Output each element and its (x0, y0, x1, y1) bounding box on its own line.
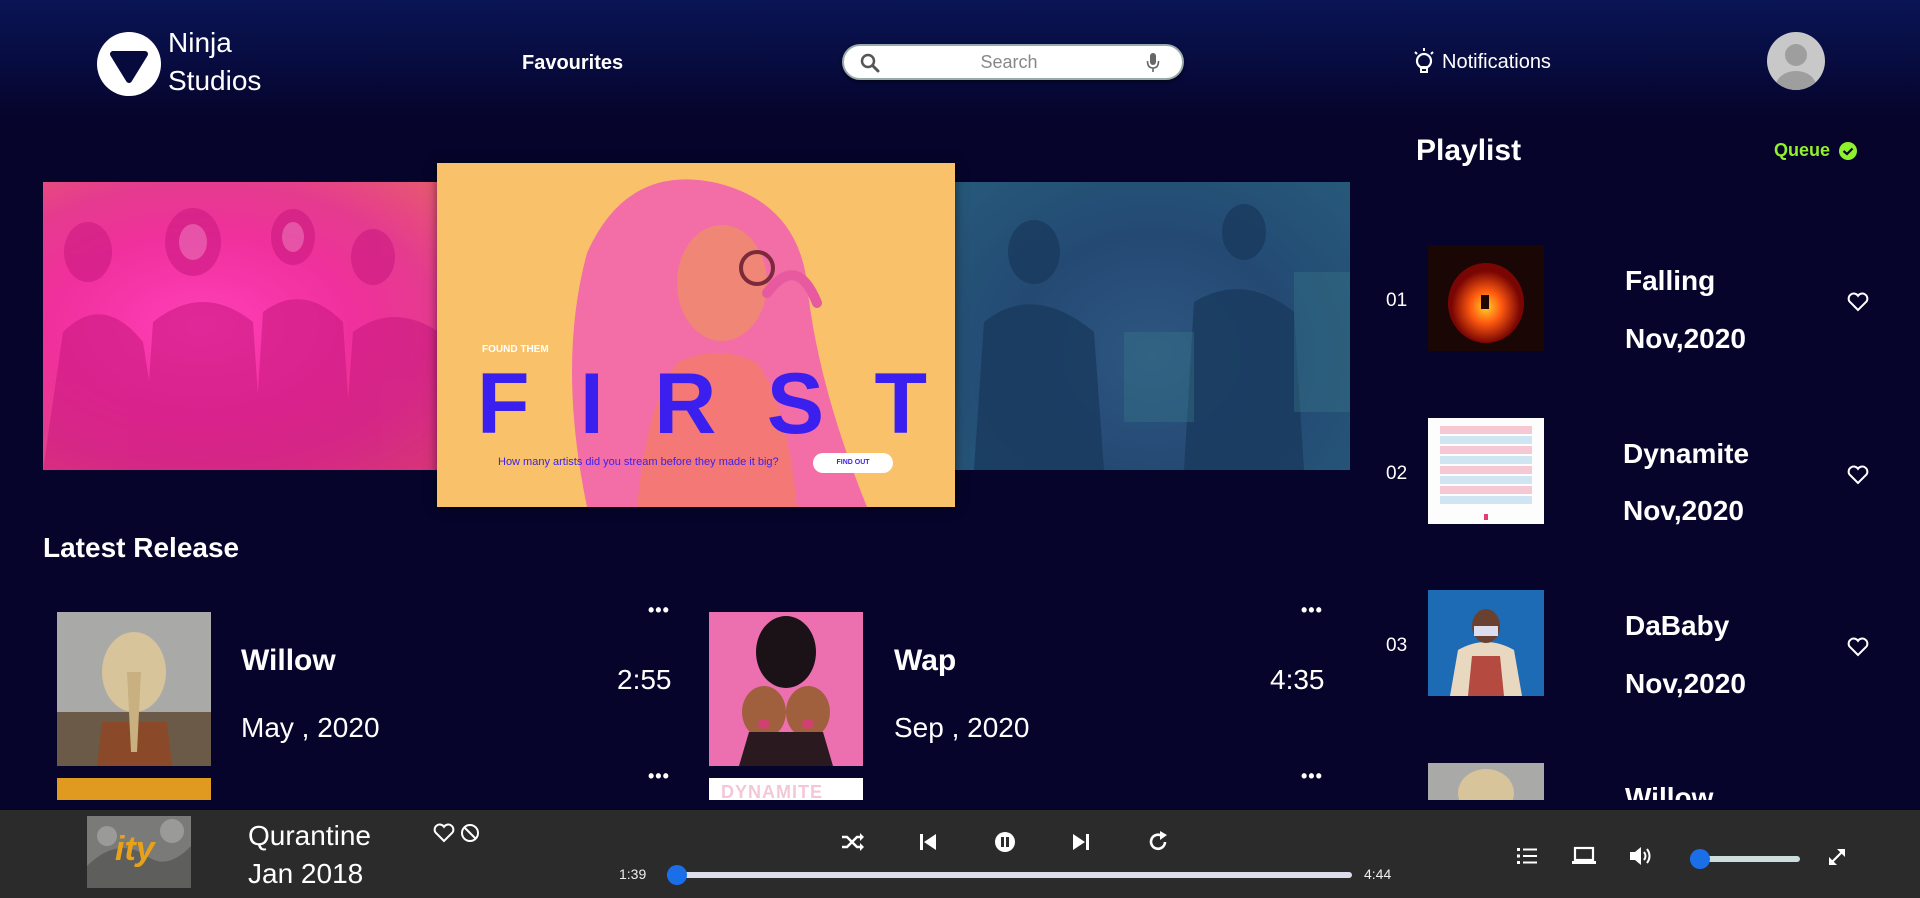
brand-line-2: Studios (168, 65, 262, 96)
heart-icon[interactable] (1847, 292, 1869, 312)
queue-label: Queue (1774, 140, 1831, 160)
track-name[interactable]: Falling (1625, 265, 1715, 297)
lightbulb-icon (1414, 48, 1434, 73)
album-art-dynamite (1428, 418, 1544, 524)
track-name[interactable]: DaBaby (1625, 610, 1729, 642)
notifications-label: Notifications (1442, 50, 1551, 73)
more-icon[interactable]: ••• (648, 766, 670, 787)
search-bar[interactable] (842, 44, 1184, 80)
heart-icon[interactable] (1847, 465, 1869, 485)
latest-release-heading: Latest Release (43, 532, 240, 563)
more-icon[interactable]: ••• (1301, 600, 1323, 621)
album-cover-willow[interactable] (57, 612, 211, 766)
brand-name: Ninja Studios (168, 24, 261, 100)
carousel-kicker: FOUND THEM (482, 344, 549, 355)
album-art-dababy (1428, 590, 1544, 696)
more-icon[interactable]: ••• (1301, 766, 1323, 787)
logo[interactable] (97, 32, 161, 96)
elapsed-time: 1:39 (619, 866, 647, 882)
pause-icon[interactable] (994, 831, 1016, 853)
album-art-falling (1428, 245, 1544, 351)
now-playing-cover[interactable]: ity (87, 816, 191, 888)
track-date: Nov,2020 (1625, 323, 1746, 354)
heart-icon[interactable] (433, 823, 455, 843)
nav-favourites[interactable]: Favourites (522, 52, 623, 75)
headline-letter: R (654, 356, 717, 452)
headline-letter: S (766, 356, 825, 452)
album-art-wap (709, 612, 863, 766)
progress-thumb[interactable] (667, 865, 687, 885)
album-art-text: ity (115, 830, 155, 868)
release-date: May , 2020 (241, 712, 380, 743)
track-date: Nov,2020 (1625, 668, 1746, 699)
volume-thumb[interactable] (1690, 849, 1710, 869)
playlist-list: 01 Falling Nov,2020 02 Dynamite Nov,2020… (1370, 220, 1920, 800)
more-icon[interactable]: ••• (648, 600, 670, 621)
track-cover-dababy[interactable] (1428, 590, 1544, 696)
brand-line-1: Ninja (168, 27, 232, 58)
queue-button[interactable]: Queue (1774, 140, 1858, 161)
release-duration: 2:55 (617, 664, 672, 695)
headline-letter: F (477, 356, 530, 452)
album-art-willow (57, 612, 211, 766)
carousel-slide-right[interactable] (954, 182, 1350, 470)
progress-slider[interactable] (667, 865, 1352, 885)
check-circle-icon (1839, 141, 1858, 160)
playlist-heading: Playlist (1416, 134, 1522, 167)
next-icon[interactable] (1071, 832, 1091, 852)
album-cover-dynamite[interactable]: DYNAMITE (709, 778, 863, 800)
carousel-question: How many artists did you stream before t… (498, 456, 779, 468)
fullscreen-icon[interactable] (1827, 847, 1847, 867)
queue-list-icon[interactable] (1516, 846, 1538, 866)
device-icon[interactable] (1571, 846, 1597, 866)
avatar[interactable] (1767, 32, 1825, 90)
album-cover-next[interactable] (57, 778, 211, 800)
track-cover-falling[interactable] (1428, 245, 1544, 351)
repeat-icon[interactable] (1146, 830, 1170, 854)
heart-icon[interactable] (1847, 637, 1869, 657)
track-cover-willow[interactable] (1428, 763, 1544, 800)
album-art-willow-small (1458, 769, 1514, 800)
track-date: Nov,2020 (1623, 495, 1744, 526)
logo-play-icon (110, 51, 148, 83)
avatar-icon (1776, 44, 1816, 90)
album-art-text: DYNAMITE (721, 782, 823, 800)
track-cover-dynamite[interactable] (1428, 418, 1544, 524)
search-icon[interactable] (860, 53, 880, 73)
album-cover-wap[interactable] (709, 612, 863, 766)
band-image (974, 204, 1350, 470)
track-name[interactable]: Willow (1625, 782, 1713, 800)
carousel-headline: F I R S T (477, 355, 927, 454)
search-input[interactable] (884, 50, 1134, 74)
track-name[interactable]: Dynamite (1623, 438, 1749, 470)
track-number: 02 (1386, 463, 1408, 484)
carousel-slide-featured[interactable]: FOUND THEM F I R S T How many artists di… (437, 163, 955, 507)
header: Ninja Studios Favourites Notifications (0, 0, 1920, 120)
track-number: 01 (1386, 290, 1408, 311)
carousel-slide-left[interactable] (43, 182, 439, 470)
headline-letter: T (874, 356, 927, 452)
now-playing-title: Qurantine (248, 820, 371, 851)
total-time: 4:44 (1364, 866, 1392, 882)
release-title[interactable]: Willow (241, 644, 336, 678)
volume-slider[interactable] (1690, 849, 1800, 869)
shuffle-icon[interactable] (841, 832, 865, 852)
release-date: Sep , 2020 (894, 712, 1030, 743)
notifications-link[interactable]: Notifications (1412, 46, 1551, 78)
track-number: 03 (1386, 635, 1408, 656)
release-duration: 4:35 (1270, 664, 1325, 695)
block-icon[interactable] (460, 823, 480, 843)
headline-letter: I (579, 356, 604, 452)
find-out-button[interactable]: FIND OUT (813, 453, 893, 473)
crowd-image (43, 208, 439, 470)
player-bar: ity Qurantine Jan 2018 1:39 4:44 (0, 810, 1920, 898)
release-title[interactable]: Wap (894, 644, 956, 678)
latest-release-list: Willow May , 2020 2:55 ••• Wap Sep , 202… (0, 600, 1360, 800)
mic-icon[interactable] (1146, 52, 1160, 74)
volume-icon[interactable] (1628, 845, 1654, 867)
now-playing-date: Jan 2018 (248, 858, 364, 889)
previous-icon[interactable] (918, 832, 938, 852)
